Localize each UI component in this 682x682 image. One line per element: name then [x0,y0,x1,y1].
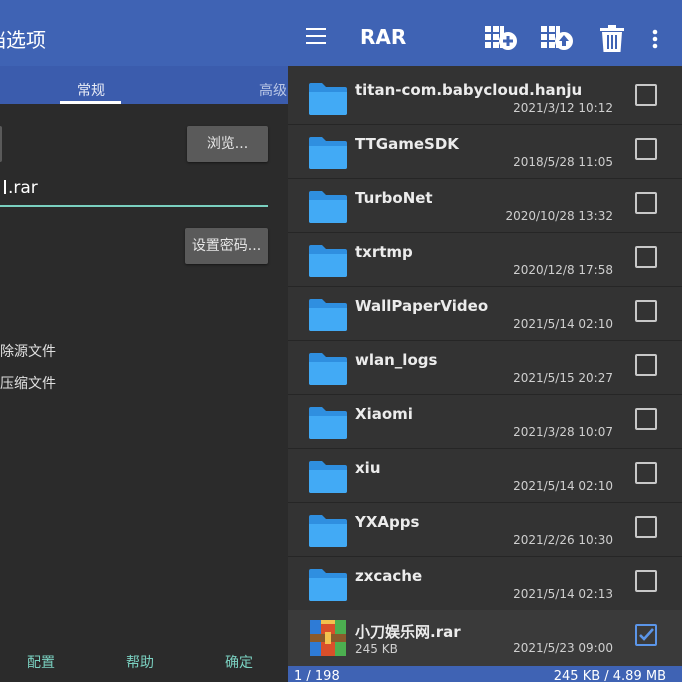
file-name: Xiaomi [355,405,413,423]
archive-name-box[interactable] [0,126,2,162]
folder-icon [309,461,347,493]
item-checkbox[interactable] [635,246,657,268]
file-date: 2020/10/28 13:32 [505,209,613,223]
list-item-archive[interactable]: 小刀娱乐网.rar 245 KB 2021/5/23 09:00 [288,610,682,667]
item-checkbox[interactable] [635,570,657,592]
ok-button[interactable]: 确定 [225,652,253,672]
item-checkbox[interactable] [635,300,657,322]
file-name: zxcache [355,567,423,585]
file-date: 2020/12/8 17:58 [513,263,613,277]
tab-advanced[interactable]: 高级 [259,80,287,100]
app-title: RAR [360,25,407,49]
browse-button[interactable]: 浏览... [187,126,268,162]
item-checkbox[interactable] [635,192,657,214]
archive-name-value: .rar [8,178,38,198]
list-item[interactable]: TurboNet 2020/10/28 13:32 [288,178,682,233]
list-item[interactable]: TTGameSDK 2018/5/28 11:05 [288,124,682,179]
archive-add-icon[interactable] [484,24,518,54]
folder-icon [309,515,347,547]
file-name: xiu [355,459,381,477]
list-item[interactable]: wlan_logs 2021/5/15 20:27 [288,340,682,395]
item-checkbox[interactable] [635,138,657,160]
file-size: 245 KB [355,642,398,656]
field-underline [0,205,268,207]
menu-icon[interactable] [306,28,326,44]
item-checkbox[interactable] [635,408,657,430]
file-name: titan-com.babycloud.hanju [355,81,583,99]
file-date: 2021/5/14 02:10 [513,479,613,493]
list-item[interactable]: Xiaomi 2021/3/28 10:07 [288,394,682,449]
more-vert-icon[interactable] [650,24,660,54]
folder-icon [309,245,347,277]
file-browser: RAR titan-com.babycloud.hanju 2021/3/12 … [288,0,682,682]
profiles-button[interactable]: 配置 [27,652,55,672]
folder-icon [309,137,347,169]
list-item[interactable]: YXApps 2021/2/26 10:30 [288,502,682,557]
item-checkbox[interactable] [635,516,657,538]
set-password-button[interactable]: 设置密码... [185,228,268,264]
folder-icon [309,83,347,115]
file-date: 2021/5/14 02:10 [513,317,613,331]
trash-icon[interactable] [598,24,626,54]
file-date: 2021/3/28 10:07 [513,425,613,439]
option-test-archive[interactable]: 压缩文件 [0,373,56,393]
help-button[interactable]: 帮助 [126,652,154,672]
file-name: TTGameSDK [355,135,459,153]
item-checkbox[interactable] [635,84,657,106]
list-item[interactable]: zxcache 2021/5/14 02:13 [288,556,682,611]
archive-options-dialog: 档选项 常规 高级 浏览... .rar 设置密码... 除源文件 压缩文件 配… [0,0,288,682]
file-name: YXApps [355,513,420,531]
app-bar: RAR [288,6,682,66]
file-name: TurboNet [355,189,433,207]
item-checkbox-checked[interactable] [635,624,657,646]
folder-icon [309,569,347,601]
list-item[interactable]: txrtmp 2020/12/8 17:58 [288,232,682,287]
list-item[interactable]: WallPaperVideo 2021/5/14 02:10 [288,286,682,341]
file-date: 2021/5/23 09:00 [513,641,613,655]
item-checkbox[interactable] [635,354,657,376]
file-date: 2021/5/15 20:27 [513,371,613,385]
file-name: txrtmp [355,243,413,261]
archive-name-field[interactable]: .rar [0,178,38,198]
option-delete-source[interactable]: 除源文件 [0,341,56,361]
file-name: wlan_logs [355,351,438,369]
text-cursor [0,180,6,194]
selection-status-bar: 1 / 198 245 KB / 4.89 MB [288,666,682,682]
file-date: 2018/5/28 11:05 [513,155,613,169]
rar-archive-icon [310,620,346,656]
list-item[interactable]: xiu 2021/5/14 02:10 [288,448,682,503]
folder-icon [309,353,347,385]
tab-indicator [60,101,121,104]
folder-icon [309,407,347,439]
selection-size: 245 KB / 4.89 MB [553,669,666,682]
file-date: 2021/5/14 02:13 [513,587,613,601]
archive-extract-icon[interactable] [540,24,574,54]
tab-general[interactable]: 常规 [77,80,105,100]
tab-bar: 常规 高级 [0,66,288,104]
item-checkbox[interactable] [635,462,657,484]
check-icon [639,628,654,641]
file-date: 2021/2/26 10:30 [513,533,613,547]
file-name: WallPaperVideo [355,297,489,315]
list-item[interactable]: titan-com.babycloud.hanju 2021/3/12 10:1… [288,70,682,125]
selection-count: 1 / 198 [294,669,340,682]
folder-icon [309,191,347,223]
file-date: 2021/3/12 10:12 [513,101,613,115]
folder-icon [309,299,347,331]
dialog-header: 档选项 [0,6,288,66]
dialog-title: 档选项 [0,28,46,52]
file-name: 小刀娱乐网.rar [355,623,461,641]
